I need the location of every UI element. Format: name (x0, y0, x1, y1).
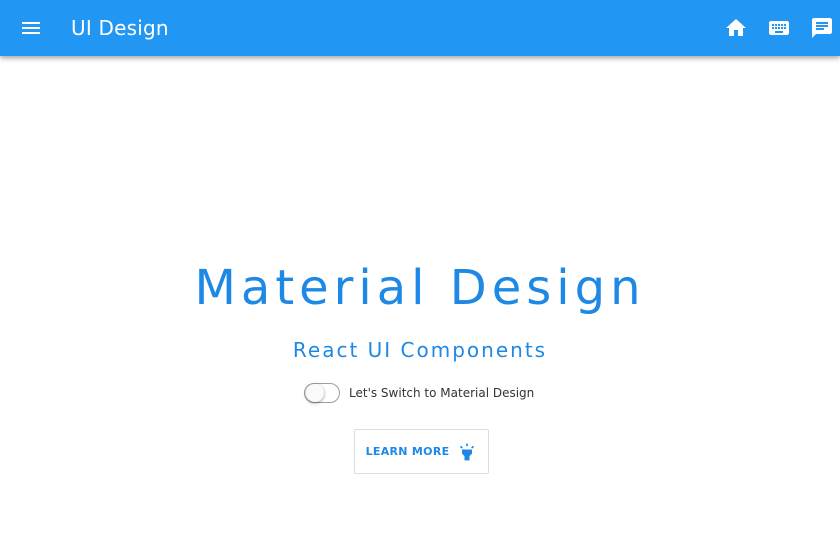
hero-subtitle: React UI Components (292, 338, 548, 362)
chat-icon (812, 18, 832, 38)
app-title: UI Design (71, 16, 169, 40)
menu-icon (22, 22, 40, 34)
home-icon (726, 19, 746, 36)
material-design-toggle-row: Let's Switch to Material Design (304, 381, 534, 405)
keyboard-icon (769, 21, 789, 35)
learn-more-label: LEARN MORE (365, 445, 450, 458)
toggle-label: Let's Switch to Material Design (349, 386, 535, 400)
menu-button[interactable] (19, 16, 43, 40)
app-bar: UI Design (0, 0, 840, 56)
chat-button[interactable] (810, 16, 834, 40)
toggle-thumb (306, 384, 324, 402)
hero-title: Material Design (194, 260, 646, 316)
learn-more-button[interactable]: LEARN MORE (354, 429, 489, 474)
keyboard-button[interactable] (767, 16, 791, 40)
home-button[interactable] (724, 16, 748, 40)
material-design-toggle[interactable] (304, 383, 340, 403)
lightbulb-icon (457, 442, 477, 462)
